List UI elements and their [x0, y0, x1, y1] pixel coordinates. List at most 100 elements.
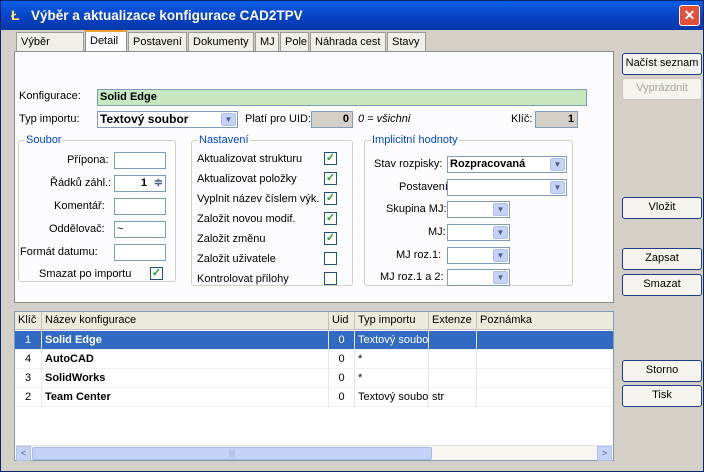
skupina-mj-select[interactable]: ▼ — [447, 201, 510, 218]
col-extenze[interactable]: Extenze — [429, 312, 477, 330]
nastaveni-checkbox-0[interactable]: ✓ — [324, 152, 337, 165]
postaveni-select[interactable]: ▼ — [447, 179, 567, 196]
table-row[interactable]: 3 SolidWorks 0 * — [15, 369, 613, 388]
mj-roz12-select[interactable]: ▼ — [447, 269, 510, 286]
col-typ[interactable]: Typ importu — [355, 312, 429, 330]
chevron-down-icon[interactable]: ▼ — [550, 158, 565, 171]
mj-roz1-label: MJ roz.1: — [396, 249, 442, 261]
storno-button[interactable]: Storno — [622, 360, 702, 382]
chevron-down-icon[interactable]: ▼ — [493, 271, 508, 284]
check-icon: ✓ — [151, 267, 162, 279]
splitter[interactable] — [14, 304, 614, 310]
tab-nahrada-cest[interactable]: Náhrada cest — [310, 32, 386, 52]
konfigurace-field[interactable]: Solid Edge — [97, 89, 587, 106]
horizontal-scrollbar[interactable]: < ||| > — [16, 445, 612, 461]
vlozit-button[interactable]: Vložit — [622, 197, 702, 219]
col-klic[interactable]: Klíč — [15, 312, 42, 330]
table-row[interactable]: 4 AutoCAD 0 * — [15, 350, 613, 369]
chevron-down-icon[interactable]: ▼ — [493, 226, 508, 239]
oddelovac-field[interactable]: ~ — [114, 221, 166, 238]
check-icon: ✓ — [325, 232, 336, 244]
cell-nazev: SolidWorks — [42, 369, 329, 388]
col-nazev[interactable]: Název konfigurace — [42, 312, 329, 330]
chevron-down-icon[interactable]: ▼ — [493, 203, 508, 216]
pripona-label: Přípona: — [67, 154, 109, 166]
tab-detail[interactable]: Detail — [85, 30, 127, 52]
komentar-field[interactable] — [114, 198, 166, 215]
format-label: Formát datumu: — [20, 246, 98, 258]
cell-uid: 0 — [329, 331, 355, 350]
nastaveni-group: Nastavení Aktualizovat strukturu ✓ Aktua… — [191, 134, 353, 286]
typ-importu-value: Textový soubor — [100, 112, 189, 126]
tisk-button[interactable]: Tisk — [622, 385, 702, 407]
scroll-right-icon[interactable]: > — [597, 446, 612, 461]
scroll-thumb[interactable]: ||| — [32, 447, 432, 460]
tab-postaveni[interactable]: Postavení — [128, 32, 187, 52]
tab-pole[interactable]: Pole — [280, 32, 309, 52]
scroll-left-icon[interactable]: < — [16, 446, 31, 461]
mj-roz1-select[interactable]: ▼ — [447, 247, 510, 264]
mj-roz12-label: MJ roz.1 a 2: — [380, 271, 444, 283]
smazat-button[interactable]: Smazat — [622, 274, 702, 296]
nastaveni-checkbox-6[interactable] — [324, 272, 337, 285]
tab-stavy[interactable]: Stavy — [387, 32, 426, 52]
vyprazdnit-button[interactable]: Vyprázdnit — [622, 78, 702, 100]
check-icon: ✓ — [325, 192, 336, 204]
cell-nazev: Team Center — [42, 388, 329, 407]
action-panel: Načíst seznam Vyprázdnit Vložit Zapsat S… — [617, 30, 703, 471]
nastaveni-title: Nastavení — [198, 134, 250, 146]
nastaveni-checkbox-5[interactable] — [324, 252, 337, 265]
smazat-po-importu-checkbox[interactable]: ✓ — [150, 267, 163, 280]
pripona-field[interactable] — [114, 152, 166, 169]
chevron-down-icon[interactable]: ▼ — [550, 181, 565, 194]
stav-label: Stav rozpisky: — [374, 158, 443, 170]
nastaveni-checkbox-4[interactable]: ✓ — [324, 232, 337, 245]
format-field[interactable] — [114, 244, 166, 261]
stav-select[interactable]: Rozpracovaná ▼ — [447, 156, 567, 173]
check-icon: ✓ — [325, 172, 336, 184]
spin-icon[interactable]: ≑ — [154, 176, 163, 191]
tab-vyber[interactable]: Výběr (1/24) — [16, 32, 84, 66]
cell-poznamka — [477, 388, 613, 407]
cell-extenze — [429, 331, 477, 350]
cell-klic: 2 — [15, 388, 42, 407]
plati-pro-uid-field[interactable]: 0 — [311, 111, 353, 128]
table-row[interactable]: 1 Solid Edge 0 Textový soubor — [15, 331, 613, 350]
plati-note: 0 = všichni — [358, 113, 411, 125]
cell-nazev: Solid Edge — [42, 331, 329, 350]
detail-panel: Konfigurace: Solid Edge Typ importu: Tex… — [14, 51, 614, 303]
cell-typ: Textový soubor — [355, 388, 429, 407]
nastaveni-label-1: Aktualizovat položky — [197, 173, 297, 185]
tab-dokumenty[interactable]: Dokumenty — [188, 32, 254, 52]
cell-uid: 0 — [329, 350, 355, 369]
typ-importu-select[interactable]: Textový soubor ▼ — [97, 111, 238, 128]
close-button[interactable]: ✕ — [679, 5, 700, 26]
app-icon: Ł — [11, 7, 20, 23]
cell-poznamka — [477, 331, 613, 350]
implicitni-title: Implicitní hodnoty — [371, 134, 459, 146]
postaveni-label: Postavení: — [399, 181, 451, 193]
nastaveni-label-3: Založit novou modif. — [197, 213, 296, 225]
chevron-down-icon[interactable]: ▼ — [493, 249, 508, 262]
zapsat-button[interactable]: Zapsat — [622, 248, 702, 270]
configuration-grid: Klíč Název konfigurace Uid Typ importu E… — [14, 311, 614, 461]
radku-field[interactable]: 1 ≑ — [114, 175, 166, 192]
nastaveni-checkbox-3[interactable]: ✓ — [324, 212, 337, 225]
window-title: Výběr a aktualizace konfigurace CAD2TPV — [31, 8, 303, 23]
soubor-title: Soubor — [25, 134, 63, 146]
chevron-down-icon[interactable]: ▼ — [221, 113, 236, 126]
nacist-seznam-button[interactable]: Načíst seznam — [622, 53, 702, 75]
cell-typ: * — [355, 369, 429, 388]
cell-extenze: str — [429, 388, 477, 407]
nastaveni-checkbox-2[interactable]: ✓ — [324, 192, 337, 205]
klic-field[interactable]: 1 — [535, 111, 578, 128]
skupina-mj-label: Skupina MJ: — [386, 203, 447, 215]
mj-label: MJ: — [428, 226, 446, 238]
col-poznamka[interactable]: Poznámka — [477, 312, 613, 330]
nastaveni-checkbox-1[interactable]: ✓ — [324, 172, 337, 185]
tab-mj[interactable]: MJ — [255, 32, 279, 52]
komentar-label: Komentář: — [54, 200, 105, 212]
col-uid[interactable]: Uid — [329, 312, 355, 330]
mj-select[interactable]: ▼ — [447, 224, 510, 241]
table-row[interactable]: 2 Team Center 0 Textový soubor str — [15, 388, 613, 407]
